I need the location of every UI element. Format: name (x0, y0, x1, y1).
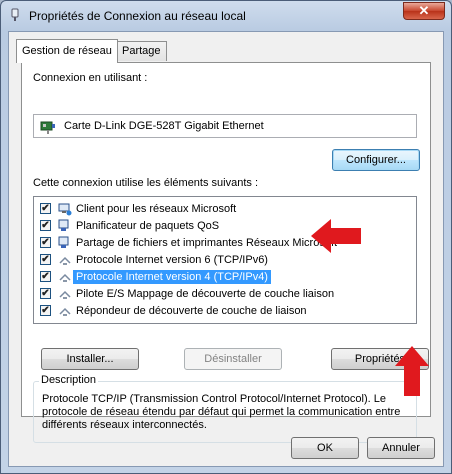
connect-using-label: Connexion en utilisant : (33, 72, 148, 84)
item-label: Client pour les réseaux Microsoft (76, 203, 237, 215)
components-list[interactable]: ✔ Client pour les réseaux Microsoft ✔ Pl… (33, 196, 417, 324)
left-arrow-icon (311, 219, 361, 253)
list-item[interactable]: ✔ Client pour les réseaux Microsoft (38, 201, 412, 218)
list-item[interactable]: ✔ Répondeur de découverte de couche de l… (38, 303, 412, 320)
item-label: Protocole Internet version 4 (TCP/IPv4) (73, 270, 271, 284)
items-label: Cette connexion utilise les éléments sui… (33, 177, 259, 189)
window-title: Propriétés de Connexion au réseau local (29, 9, 246, 23)
protocol-icon (59, 256, 71, 265)
configure-button[interactable]: Configurer... (332, 149, 420, 171)
checkbox[interactable]: ✔ (40, 271, 51, 282)
item-label: Pilote E/S Mappage de découverte de couc… (76, 288, 335, 300)
checkbox[interactable]: ✔ (40, 305, 51, 316)
checkbox[interactable]: ✔ (40, 220, 51, 231)
network-icon (11, 8, 19, 21)
description-title: Description (39, 374, 99, 386)
client-icon (58, 203, 72, 216)
item-label: Partage de fichiers et imprimantes Résea… (76, 237, 338, 249)
dialog-client: Gestion de réseau Partage Connexion en u… (8, 31, 444, 467)
protocol-icon (59, 273, 71, 282)
list-item-selected[interactable]: ✔ Protocole Internet version 4 (TCP/IPv4… (38, 269, 412, 286)
protocol-icon (59, 290, 71, 299)
list-item[interactable]: ✔ Pilote E/S Mappage de découverte de co… (38, 286, 412, 303)
tab-gestion-reseau[interactable]: Gestion de réseau (16, 39, 118, 63)
checkbox[interactable]: ✔ (40, 203, 51, 214)
protocol-icon (59, 307, 71, 316)
install-button[interactable]: Installer... (41, 348, 139, 370)
service-icon (58, 236, 69, 248)
uninstall-button[interactable]: Désinstaller (184, 348, 282, 370)
adapter-field: Carte D-Link DGE-528T Gigabit Ethernet (33, 114, 417, 138)
service-icon (58, 219, 69, 231)
checkbox[interactable]: ✔ (40, 237, 51, 248)
title-bar[interactable]: Propriétés de Connexion au réseau local … (1, 1, 451, 29)
close-button[interactable]: ✕ (403, 2, 445, 20)
tab-partage[interactable]: Partage (116, 41, 167, 61)
up-arrow-icon (395, 346, 429, 396)
item-label: Planificateur de paquets QoS (76, 220, 220, 232)
ok-button[interactable]: OK (291, 437, 359, 459)
checkbox[interactable]: ✔ (40, 254, 51, 265)
description-text: Protocole TCP/IP (Transmission Control P… (42, 393, 401, 431)
adapter-name: Carte D-Link DGE-528T Gigabit Ethernet (64, 120, 264, 132)
cancel-button[interactable]: Annuler (367, 437, 435, 459)
network-adapter-icon (40, 121, 55, 134)
item-label: Protocole Internet version 6 (TCP/IPv6) (76, 254, 268, 266)
dialog-window: Propriétés de Connexion au réseau local … (0, 0, 452, 474)
checkbox[interactable]: ✔ (40, 288, 51, 299)
item-label: Répondeur de découverte de couche de lia… (76, 305, 307, 317)
tab-panel: Connexion en utilisant : Carte D-Link DG… (21, 62, 431, 443)
